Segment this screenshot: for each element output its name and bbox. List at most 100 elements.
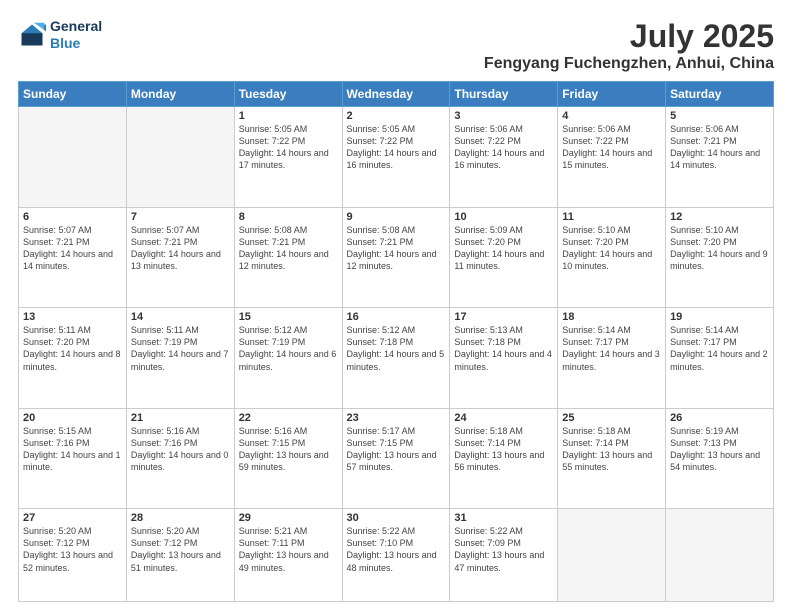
calendar-day-cell: 11Sunrise: 5:10 AM Sunset: 7:20 PM Dayli… [558,207,666,308]
calendar-week-row: 20Sunrise: 5:15 AM Sunset: 7:16 PM Dayli… [19,408,774,509]
day-info: Sunrise: 5:06 AM Sunset: 7:22 PM Dayligh… [454,123,553,172]
calendar-day-cell: 17Sunrise: 5:13 AM Sunset: 7:18 PM Dayli… [450,308,558,409]
calendar-day-cell: 2Sunrise: 5:05 AM Sunset: 7:22 PM Daylig… [342,107,450,208]
day-info: Sunrise: 5:08 AM Sunset: 7:21 PM Dayligh… [347,224,446,273]
calendar-day-cell: 28Sunrise: 5:20 AM Sunset: 7:12 PM Dayli… [126,509,234,602]
day-number: 2 [347,110,446,122]
calendar-day-cell: 24Sunrise: 5:18 AM Sunset: 7:14 PM Dayli… [450,408,558,509]
logo-text: General Blue [50,18,102,52]
day-info: Sunrise: 5:05 AM Sunset: 7:22 PM Dayligh… [239,123,338,172]
day-info: Sunrise: 5:08 AM Sunset: 7:21 PM Dayligh… [239,224,338,273]
logo-icon [18,21,46,49]
day-number: 29 [239,512,338,524]
calendar-day-cell: 1Sunrise: 5:05 AM Sunset: 7:22 PM Daylig… [234,107,342,208]
day-number: 5 [670,110,769,122]
day-number: 20 [23,412,122,424]
calendar-day-cell: 8Sunrise: 5:08 AM Sunset: 7:21 PM Daylig… [234,207,342,308]
calendar-day-cell [666,509,774,602]
calendar-day-cell: 3Sunrise: 5:06 AM Sunset: 7:22 PM Daylig… [450,107,558,208]
weekday-header: Sunday [19,82,127,107]
calendar-week-row: 27Sunrise: 5:20 AM Sunset: 7:12 PM Dayli… [19,509,774,602]
logo: General Blue [18,18,102,52]
day-number: 11 [562,211,661,223]
calendar-day-cell: 15Sunrise: 5:12 AM Sunset: 7:19 PM Dayli… [234,308,342,409]
subtitle: Fengyang Fuchengzhen, Anhui, China [484,55,774,73]
day-number: 27 [23,512,122,524]
day-number: 23 [347,412,446,424]
day-number: 10 [454,211,553,223]
day-number: 13 [23,311,122,323]
day-info: Sunrise: 5:15 AM Sunset: 7:16 PM Dayligh… [23,425,122,474]
day-number: 28 [131,512,230,524]
calendar-day-cell: 9Sunrise: 5:08 AM Sunset: 7:21 PM Daylig… [342,207,450,308]
day-number: 12 [670,211,769,223]
calendar-day-cell: 10Sunrise: 5:09 AM Sunset: 7:20 PM Dayli… [450,207,558,308]
main-title: July 2025 [484,18,774,55]
day-number: 4 [562,110,661,122]
calendar-day-cell: 22Sunrise: 5:16 AM Sunset: 7:15 PM Dayli… [234,408,342,509]
day-number: 31 [454,512,553,524]
day-number: 14 [131,311,230,323]
day-info: Sunrise: 5:14 AM Sunset: 7:17 PM Dayligh… [670,324,769,373]
day-info: Sunrise: 5:14 AM Sunset: 7:17 PM Dayligh… [562,324,661,373]
day-info: Sunrise: 5:16 AM Sunset: 7:16 PM Dayligh… [131,425,230,474]
calendar-day-cell: 21Sunrise: 5:16 AM Sunset: 7:16 PM Dayli… [126,408,234,509]
day-info: Sunrise: 5:17 AM Sunset: 7:15 PM Dayligh… [347,425,446,474]
day-info: Sunrise: 5:11 AM Sunset: 7:20 PM Dayligh… [23,324,122,373]
day-info: Sunrise: 5:21 AM Sunset: 7:11 PM Dayligh… [239,525,338,574]
weekday-header: Saturday [666,82,774,107]
day-info: Sunrise: 5:18 AM Sunset: 7:14 PM Dayligh… [454,425,553,474]
calendar-day-cell: 20Sunrise: 5:15 AM Sunset: 7:16 PM Dayli… [19,408,127,509]
day-info: Sunrise: 5:09 AM Sunset: 7:20 PM Dayligh… [454,224,553,273]
day-number: 30 [347,512,446,524]
day-info: Sunrise: 5:06 AM Sunset: 7:21 PM Dayligh… [670,123,769,172]
day-info: Sunrise: 5:20 AM Sunset: 7:12 PM Dayligh… [23,525,122,574]
day-number: 21 [131,412,230,424]
calendar-day-cell: 14Sunrise: 5:11 AM Sunset: 7:19 PM Dayli… [126,308,234,409]
calendar-day-cell [558,509,666,602]
day-number: 17 [454,311,553,323]
calendar-day-cell: 6Sunrise: 5:07 AM Sunset: 7:21 PM Daylig… [19,207,127,308]
calendar-day-cell: 31Sunrise: 5:22 AM Sunset: 7:09 PM Dayli… [450,509,558,602]
calendar-day-cell: 13Sunrise: 5:11 AM Sunset: 7:20 PM Dayli… [19,308,127,409]
calendar-day-cell: 7Sunrise: 5:07 AM Sunset: 7:21 PM Daylig… [126,207,234,308]
calendar-day-cell: 18Sunrise: 5:14 AM Sunset: 7:17 PM Dayli… [558,308,666,409]
calendar-week-row: 13Sunrise: 5:11 AM Sunset: 7:20 PM Dayli… [19,308,774,409]
day-number: 19 [670,311,769,323]
day-info: Sunrise: 5:07 AM Sunset: 7:21 PM Dayligh… [131,224,230,273]
day-info: Sunrise: 5:06 AM Sunset: 7:22 PM Dayligh… [562,123,661,172]
day-info: Sunrise: 5:12 AM Sunset: 7:18 PM Dayligh… [347,324,446,373]
day-info: Sunrise: 5:19 AM Sunset: 7:13 PM Dayligh… [670,425,769,474]
day-info: Sunrise: 5:13 AM Sunset: 7:18 PM Dayligh… [454,324,553,373]
day-info: Sunrise: 5:22 AM Sunset: 7:10 PM Dayligh… [347,525,446,574]
day-number: 15 [239,311,338,323]
calendar-day-cell: 26Sunrise: 5:19 AM Sunset: 7:13 PM Dayli… [666,408,774,509]
day-number: 18 [562,311,661,323]
day-info: Sunrise: 5:12 AM Sunset: 7:19 PM Dayligh… [239,324,338,373]
calendar-day-cell: 19Sunrise: 5:14 AM Sunset: 7:17 PM Dayli… [666,308,774,409]
day-info: Sunrise: 5:22 AM Sunset: 7:09 PM Dayligh… [454,525,553,574]
weekday-header: Friday [558,82,666,107]
calendar-day-cell: 23Sunrise: 5:17 AM Sunset: 7:15 PM Dayli… [342,408,450,509]
day-number: 16 [347,311,446,323]
page: General Blue July 2025 Fengyang Fuchengz… [0,0,792,612]
weekday-header: Tuesday [234,82,342,107]
calendar-day-cell: 30Sunrise: 5:22 AM Sunset: 7:10 PM Dayli… [342,509,450,602]
day-number: 7 [131,211,230,223]
day-number: 3 [454,110,553,122]
calendar-day-cell: 5Sunrise: 5:06 AM Sunset: 7:21 PM Daylig… [666,107,774,208]
calendar-day-cell: 25Sunrise: 5:18 AM Sunset: 7:14 PM Dayli… [558,408,666,509]
day-number: 22 [239,412,338,424]
day-number: 9 [347,211,446,223]
calendar-day-cell: 4Sunrise: 5:06 AM Sunset: 7:22 PM Daylig… [558,107,666,208]
day-info: Sunrise: 5:07 AM Sunset: 7:21 PM Dayligh… [23,224,122,273]
day-info: Sunrise: 5:18 AM Sunset: 7:14 PM Dayligh… [562,425,661,474]
calendar-day-cell: 29Sunrise: 5:21 AM Sunset: 7:11 PM Dayli… [234,509,342,602]
day-number: 1 [239,110,338,122]
calendar-week-row: 6Sunrise: 5:07 AM Sunset: 7:21 PM Daylig… [19,207,774,308]
calendar-day-cell: 16Sunrise: 5:12 AM Sunset: 7:18 PM Dayli… [342,308,450,409]
day-info: Sunrise: 5:20 AM Sunset: 7:12 PM Dayligh… [131,525,230,574]
calendar-table: SundayMondayTuesdayWednesdayThursdayFrid… [18,81,774,602]
weekday-header: Monday [126,82,234,107]
header: General Blue July 2025 Fengyang Fuchengz… [18,18,774,73]
